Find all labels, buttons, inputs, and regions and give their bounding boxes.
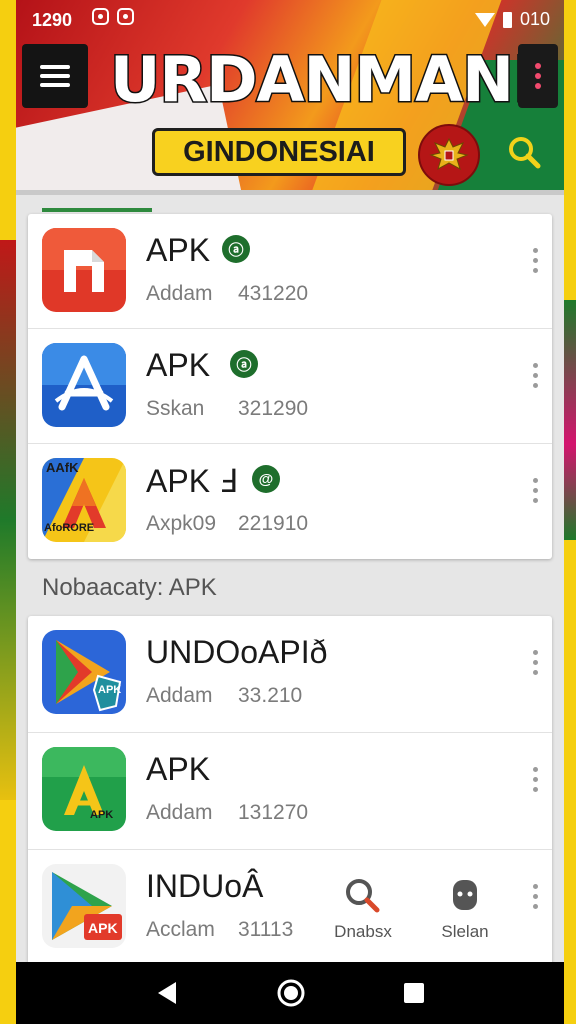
app-download-count: 33.210 bbox=[238, 684, 303, 707]
app-name: UNDOoAPIð bbox=[146, 634, 328, 670]
header-divider bbox=[16, 190, 564, 195]
app-name: APK Ⅎ bbox=[146, 463, 238, 499]
app-download-count: 321290 bbox=[238, 397, 309, 420]
app-developer: Sskan bbox=[146, 397, 205, 420]
menu-icon-line bbox=[40, 65, 70, 69]
app-download-count: 31113 bbox=[238, 918, 294, 941]
item-more-button[interactable] bbox=[533, 650, 538, 675]
brand-n-icon bbox=[42, 228, 126, 312]
play-apk-icon: APK bbox=[42, 630, 126, 714]
apk-a-icon: AAfK AfoRORE bbox=[42, 458, 126, 542]
item-more-button[interactable] bbox=[533, 767, 538, 792]
icon-text: APK bbox=[98, 684, 122, 696]
app-developer: Addam bbox=[146, 282, 213, 305]
verified-badge-icon: @ bbox=[252, 465, 280, 493]
icon-text: APK bbox=[88, 920, 118, 936]
background-decoration-right bbox=[562, 300, 576, 540]
tab-indicator bbox=[42, 208, 152, 212]
item-more-button[interactable] bbox=[533, 363, 538, 388]
background-decoration-left bbox=[0, 240, 16, 800]
search-icon[interactable] bbox=[500, 128, 550, 178]
play-apk-icon: APK bbox=[42, 864, 126, 948]
list-item[interactable]: APK ⓐ Sskan 321290 bbox=[28, 329, 552, 444]
profile-action-button[interactable]: Slelan bbox=[420, 876, 510, 942]
more-dot bbox=[535, 73, 541, 79]
list-item[interactable]: APK APK Addam 131270 bbox=[28, 733, 552, 850]
icon-text: AAfK bbox=[46, 460, 79, 475]
item-more-button[interactable] bbox=[533, 884, 538, 909]
country-badge[interactable]: GINDONESIAI bbox=[152, 128, 406, 176]
app-developer: Addam bbox=[146, 684, 213, 707]
menu-icon-line bbox=[40, 83, 70, 87]
more-dot bbox=[535, 83, 541, 89]
search-action-button[interactable]: Dnabsx bbox=[318, 876, 408, 942]
icon-text: AfoRORE bbox=[44, 522, 95, 534]
search-icon bbox=[346, 879, 380, 913]
more-dot bbox=[535, 63, 541, 69]
app-store-icon bbox=[42, 343, 126, 427]
icon-text: APK bbox=[90, 809, 114, 821]
app-developer: Axpk09 bbox=[146, 512, 217, 535]
recents-icon[interactable] bbox=[402, 981, 426, 1005]
list-item[interactable]: AAfK AfoRORE APK Ⅎ @ Axpk09 221910 bbox=[28, 444, 552, 559]
home-icon[interactable] bbox=[276, 978, 306, 1008]
battery-icon bbox=[502, 11, 512, 28]
app-developer: Acclam bbox=[146, 918, 215, 941]
back-icon[interactable] bbox=[154, 980, 180, 1006]
item-more-button[interactable] bbox=[533, 248, 538, 273]
app-download-count: 131270 bbox=[238, 801, 309, 824]
list-item[interactable]: APK UNDOoAPIð Addam 33.210 bbox=[28, 616, 552, 733]
garuda-emblem-icon bbox=[418, 124, 480, 186]
profile-icon bbox=[453, 880, 477, 910]
item-more-button[interactable] bbox=[533, 478, 538, 503]
search-action-label: Dnabsx bbox=[334, 922, 392, 941]
notification-icon bbox=[117, 8, 134, 25]
menu-icon-line bbox=[40, 74, 70, 78]
app-name: INDUoÂ bbox=[146, 868, 264, 904]
status-time: 1290 bbox=[32, 10, 73, 30]
app-name: APK bbox=[146, 347, 211, 383]
status-bar: 1290 010 bbox=[16, 0, 564, 40]
app-list-card: APK ⓐ Addam 431220 APK ⓐ Sskan 321290 AA… bbox=[28, 214, 552, 559]
status-right-text: 010 bbox=[519, 9, 550, 29]
phone-screen: URDANMANI GINDONESIAI 1290 010 APK ⓐ Add… bbox=[16, 0, 564, 1024]
app-name: APK bbox=[146, 751, 211, 787]
list-item[interactable]: APK ⓐ Addam 431220 bbox=[28, 214, 552, 329]
app-title: URDANMANI bbox=[109, 43, 538, 116]
app-developer: Addam bbox=[146, 801, 213, 824]
section-heading: Nobaacaty: APK bbox=[42, 574, 217, 601]
app-download-count: 431220 bbox=[238, 282, 309, 305]
verified-badge-icon: ⓐ bbox=[230, 350, 258, 378]
notification-icon bbox=[92, 8, 109, 25]
menu-button[interactable] bbox=[22, 44, 88, 108]
profile-action-label: Slelan bbox=[441, 922, 489, 941]
app-download-count: 221910 bbox=[238, 512, 309, 535]
navigation-bar bbox=[16, 962, 564, 1024]
verified-badge-icon: ⓐ bbox=[222, 235, 250, 263]
overflow-menu-button[interactable] bbox=[518, 44, 558, 108]
app-name: APK bbox=[146, 232, 211, 268]
green-a-icon: APK bbox=[42, 747, 126, 831]
wifi-icon bbox=[474, 12, 495, 27]
